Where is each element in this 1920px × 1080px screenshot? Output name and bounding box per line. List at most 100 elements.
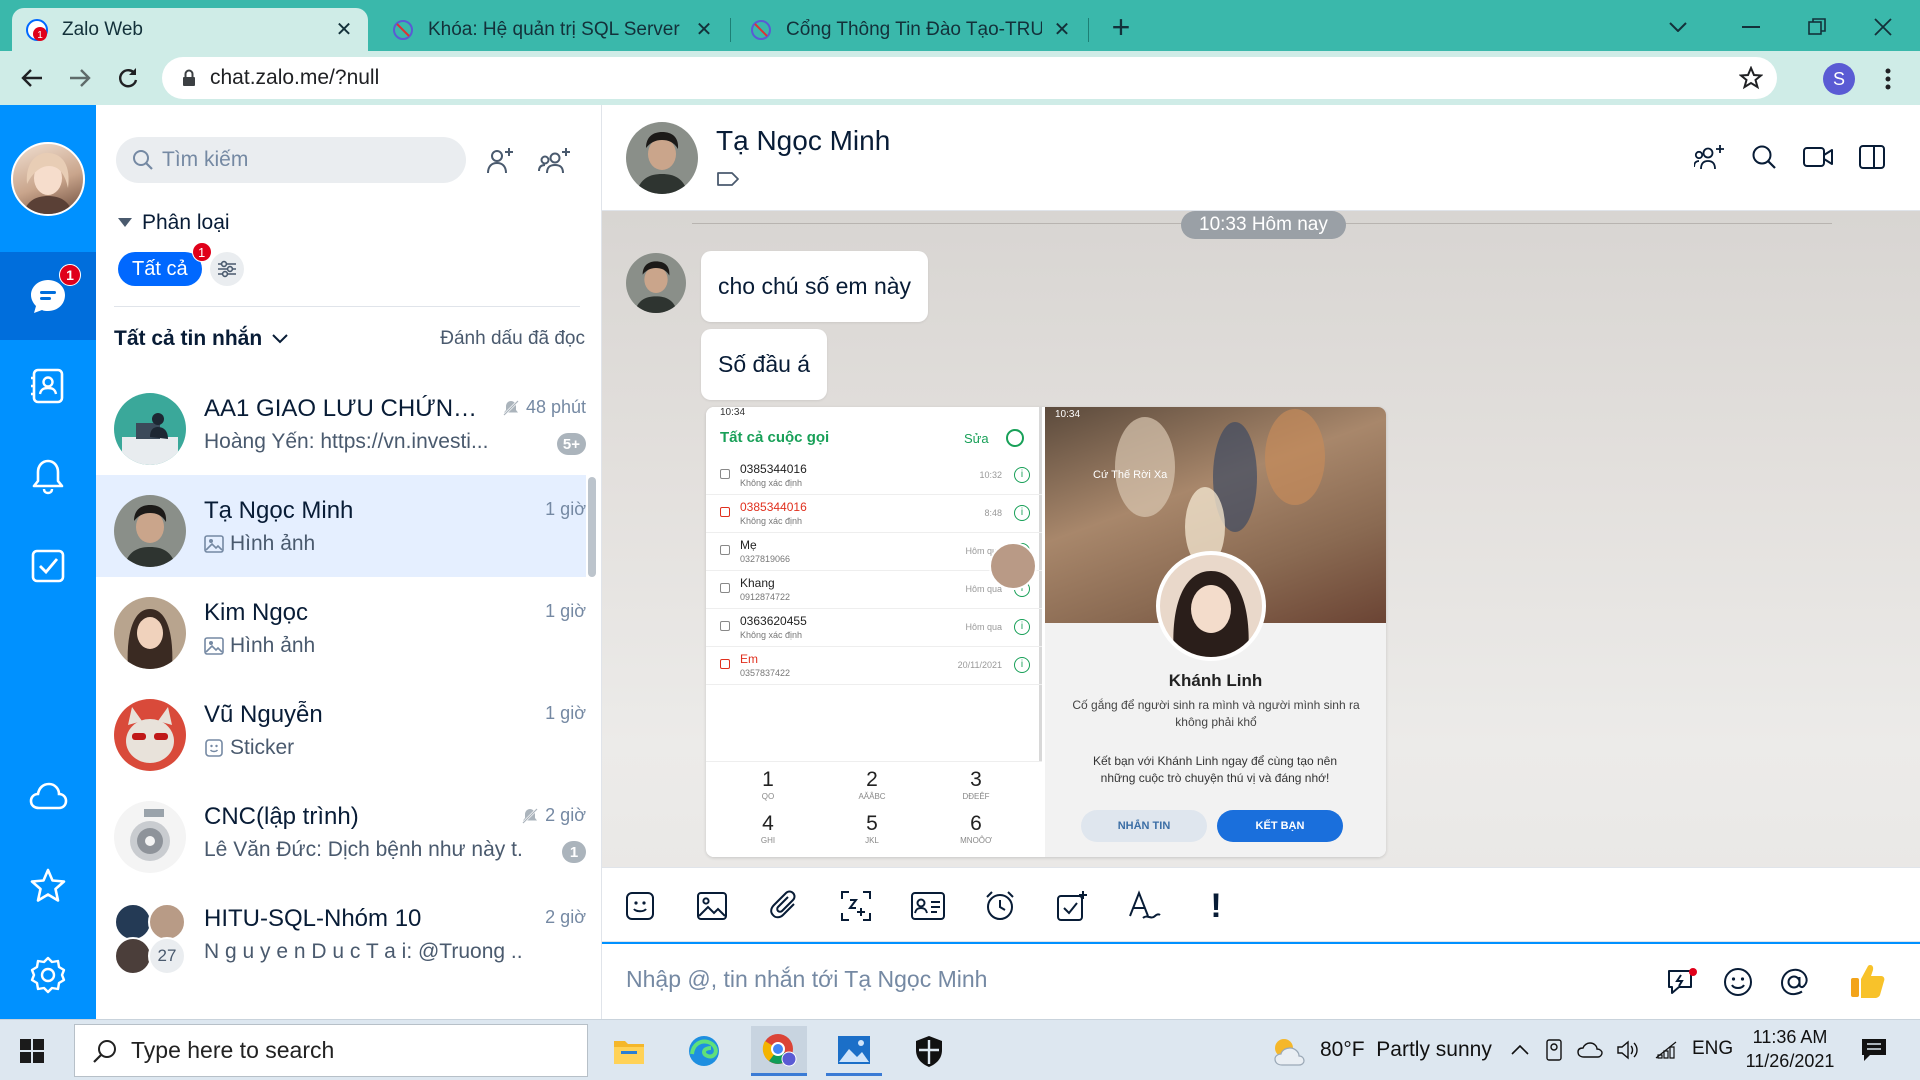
label-tag-icon[interactable] [716, 169, 740, 189]
tab-zalo-web[interactable]: 1 Zalo Web ✕ [12, 8, 368, 51]
photos-app[interactable] [826, 1026, 882, 1076]
user-avatar[interactable] [11, 142, 85, 216]
nav-notifications[interactable] [0, 432, 96, 520]
filter-all-chip[interactable]: Tất cả 1 [118, 242, 212, 286]
call-time: 8:48 [984, 508, 1002, 518]
onedrive-cloud-icon[interactable] [1576, 1038, 1604, 1062]
conversation-item[interactable]: AA1 GIAO LƯU CHỨNG ... 48 phút Hoàng Yến… [96, 373, 586, 475]
create-group-icon[interactable] [534, 141, 576, 181]
browser-menu-icon[interactable] [1872, 63, 1904, 95]
nav-cloud[interactable] [0, 752, 96, 840]
tab-search-chevron-down-icon[interactable] [1660, 12, 1696, 42]
new-tab-button[interactable]: + [1103, 10, 1139, 46]
category-toggle[interactable]: Phân loại [118, 211, 230, 235]
system-clock[interactable]: 11:36 AM 11/26/2021 [1740, 1025, 1840, 1073]
tab-close-icon[interactable]: ✕ [694, 20, 714, 40]
forward-arrow-icon[interactable] [62, 60, 98, 96]
conversation-time: 1 giờ [545, 499, 586, 519]
chrome-browser-app[interactable] [751, 1026, 807, 1076]
nav-messages[interactable]: 1 [0, 252, 96, 340]
input-language[interactable]: ENG [1692, 1038, 1733, 1060]
message-bubble[interactable]: Số đầu á [701, 329, 828, 400]
nav-settings[interactable] [0, 931, 96, 1019]
weather-partly-sunny-icon[interactable] [1270, 1033, 1306, 1069]
mark-as-read-link[interactable]: Đánh dấu đã đọc [440, 328, 585, 350]
conversation-list-panel: Tìm kiếm Phân loại Tất cả 1 Tất cả tin n… [96, 105, 602, 1019]
video-call-icon[interactable] [1798, 137, 1838, 177]
conversation-item[interactable]: Kim Ngọc 1 giờ Hình ảnh [96, 577, 586, 679]
clock-time: 11:36 AM [1752, 1027, 1828, 1047]
urgent-priority-icon[interactable]: ! [1194, 884, 1238, 928]
send-contact-card-icon[interactable] [906, 884, 950, 928]
tab-close-icon[interactable]: ✕ [1052, 20, 1072, 40]
filter-settings-icon[interactable] [210, 252, 244, 286]
quick-message-icon[interactable] [1660, 960, 1704, 1004]
tab-close-icon[interactable]: ✕ [334, 20, 354, 40]
image-icon [204, 535, 224, 553]
conversation-item[interactable]: 27 HITU-SQL-Nhóm 10 2 giờ N g u y e n D … [96, 883, 586, 985]
call-number: 0385344016 [740, 500, 807, 514]
add-friend-icon[interactable] [480, 141, 520, 181]
tab-training-portal[interactable]: Cổng Thông Tin Đào Tạo-TRƯỜN ✕ [736, 8, 1086, 51]
restore-window-icon[interactable] [1794, 12, 1840, 42]
wifi-network-icon[interactable] [1652, 1038, 1680, 1062]
message-bubble[interactable]: cho chú số em này [701, 251, 929, 322]
conversation-item-selected[interactable]: Tạ Ngọc Minh 1 giờ Hình ảnh [96, 475, 586, 577]
volume-speaker-icon[interactable] [1614, 1038, 1642, 1062]
contacts-icon [29, 367, 67, 405]
unread-count-badge: 1 [562, 841, 586, 863]
tab-separator [730, 18, 731, 42]
browser-toolbar: chat.zalo.me/?null S [0, 51, 1920, 105]
search-in-chat-icon[interactable] [1744, 137, 1784, 177]
notification-center-icon[interactable] [1858, 1034, 1890, 1066]
attach-file-icon[interactable] [762, 884, 806, 928]
reminder-alarm-icon[interactable] [978, 884, 1022, 928]
back-arrow-icon[interactable] [14, 60, 50, 96]
keypad-digit: 6 [970, 812, 982, 835]
profile-avatar[interactable]: S [1823, 63, 1855, 95]
conversation-item[interactable]: Vũ Nguyễn 1 giờ Sticker [96, 679, 586, 781]
tab-sql-course[interactable]: Khóa: Hệ quản trị SQL Server - N ✕ [378, 8, 728, 51]
list-scrollbar[interactable] [588, 477, 596, 577]
thumbs-up-like-icon[interactable] [1842, 956, 1892, 1006]
lock-icon[interactable] [182, 69, 196, 87]
nav-contacts[interactable] [0, 342, 96, 430]
reload-icon[interactable] [110, 60, 146, 96]
message-input[interactable]: Nhập @, tin nhắn tới Tạ Ngọc Minh [626, 966, 987, 993]
windows-start-icon[interactable] [12, 1032, 52, 1070]
bookmark-star-icon[interactable] [1739, 66, 1763, 90]
address-bar[interactable]: chat.zalo.me/?null [162, 57, 1777, 99]
add-to-group-icon[interactable] [1690, 137, 1730, 177]
nav-todo[interactable] [0, 522, 96, 610]
message-area[interactable]: 10:33 Hôm nay cho chú số em này Số đầu á… [602, 211, 1920, 973]
weather-desc: Partly sunny [1376, 1038, 1492, 1061]
security-app[interactable] [901, 1026, 957, 1076]
sticker-button-icon[interactable] [618, 884, 662, 928]
nav-starred[interactable] [0, 842, 96, 930]
emoji-icon[interactable] [1716, 960, 1760, 1004]
assign-task-icon[interactable] [1050, 884, 1094, 928]
member-avatar [114, 937, 152, 975]
minimize-window-icon[interactable] [1728, 12, 1774, 42]
conversation-time: 1 giờ [545, 703, 586, 723]
screenshot-capture-icon[interactable] [834, 884, 878, 928]
mention-at-icon[interactable] [1772, 960, 1816, 1004]
close-window-icon[interactable] [1860, 12, 1906, 42]
chat-contact-avatar[interactable] [626, 122, 698, 194]
search-input[interactable]: Tìm kiếm [116, 137, 466, 183]
taskbar-search-input[interactable]: Type here to search [74, 1024, 588, 1077]
edge-browser-app[interactable] [676, 1026, 732, 1076]
conversation-item[interactable]: CNC(lập trình) 2 giờ Lê Văn Đức: Dịch bệ… [96, 781, 586, 883]
toggle-side-panel-icon[interactable] [1852, 137, 1892, 177]
text-format-icon[interactable] [1122, 884, 1166, 928]
weather-widget[interactable]: 80°F Partly sunny [1320, 1038, 1492, 1062]
file-explorer-app[interactable] [601, 1026, 657, 1076]
call-direction-icon [720, 469, 730, 479]
image-message[interactable]: 10:34 Tất cả cuộc gọi Sửa 0385344016 Khôn… [706, 407, 1386, 857]
send-image-icon[interactable] [690, 884, 734, 928]
show-hidden-icons-chevron-up-icon[interactable] [1508, 1038, 1532, 1062]
all-messages-dropdown[interactable]: Tất cả tin nhắn [114, 327, 288, 351]
unread-badge: 1 [59, 264, 81, 286]
sender-avatar[interactable] [626, 253, 686, 313]
camera-tray-icon[interactable] [1542, 1038, 1566, 1062]
